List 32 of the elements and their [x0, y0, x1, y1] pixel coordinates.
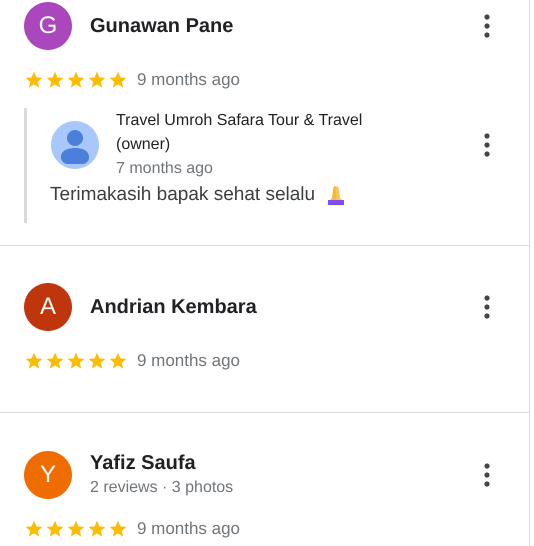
more-options-icon [484, 14, 490, 38]
review-time: 9 months ago [137, 351, 240, 371]
review-time: 9 months ago [137, 70, 240, 90]
more-options-icon [484, 133, 490, 157]
more-options-icon [484, 463, 490, 487]
star-icon [108, 519, 128, 539]
star-icon [24, 70, 44, 90]
star-icon [87, 351, 107, 371]
star-icon [66, 519, 86, 539]
owner-name: Travel Umroh Safara Tour & Travel (owner) [116, 111, 364, 155]
user-avatar-icon [51, 121, 99, 169]
reviewer-name[interactable]: Andrian Kembara [90, 294, 475, 320]
reply-text: Terimakasih bapak sehat selalu [50, 184, 316, 206]
more-options-icon [484, 295, 490, 319]
star-icon [108, 70, 128, 90]
reviewer-stats: 2 reviews · 3 photos [90, 478, 234, 498]
star-icon [66, 70, 86, 90]
star-icon [24, 351, 44, 371]
review-time: 9 months ago [137, 519, 240, 539]
avatar[interactable]: A [24, 283, 72, 331]
star-icon [45, 70, 65, 90]
star-icon [87, 519, 107, 539]
reply-time: 7 months ago [116, 159, 214, 179]
star-icon [108, 351, 128, 371]
avatar[interactable]: G [24, 2, 72, 50]
star-icon [24, 519, 44, 539]
star-icon [87, 70, 107, 90]
reviewer-name[interactable]: Gunawan Pane [90, 14, 475, 38]
star-icon [45, 519, 65, 539]
star-icon [66, 351, 86, 371]
star-icon [45, 351, 65, 371]
reviewer-name[interactable]: Yafiz Saufa [90, 450, 475, 476]
